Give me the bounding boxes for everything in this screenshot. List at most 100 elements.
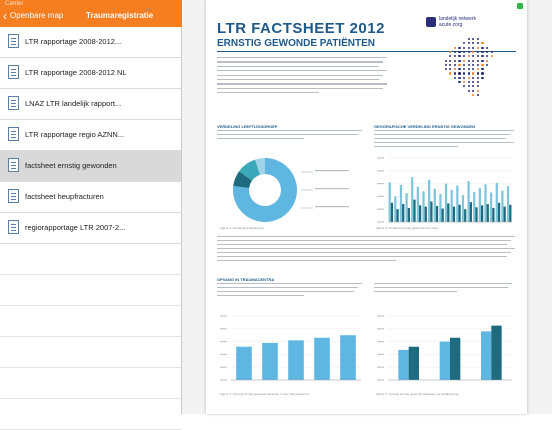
map-dot [463,81,466,84]
section-opvang-heading: OPVANG IN TRAUMACENTRA [217,277,275,282]
bar [469,202,472,222]
map-dot [458,68,461,71]
text-line [217,244,507,246]
text-line [374,146,458,148]
map-dot [463,63,466,66]
document-list-item[interactable]: factsheet ernstig gewonden [0,151,181,182]
document-list-item[interactable]: LTR rapportage regio AZNN... [0,120,181,151]
doc-subtitle: ERNSTIG GEWONDE PATIËNTEN [217,38,375,49]
map-dot [481,68,484,71]
doc-title: LTR FACTSHEET 2012 [217,20,385,37]
bar [495,182,498,222]
text-line [217,138,304,140]
map-dot [481,76,484,79]
tick-label [220,353,227,355]
map-dot [481,50,484,54]
bar [481,205,484,222]
tick-label [377,353,384,355]
text-line [217,87,383,90]
bar [450,190,453,222]
netherlands-dot-map [440,38,500,100]
text-line [217,79,379,81]
bar [407,207,410,222]
map-dot [476,93,479,97]
bar [424,206,427,222]
back-button[interactable]: ‹ Openbare map [3,10,63,22]
document-list-item[interactable]: factsheet heupfracturen [0,182,181,213]
map-dot [472,55,475,58]
bar [497,202,501,222]
map-dot [453,55,456,58]
text-line [374,283,512,285]
bar [394,196,397,222]
text-line [374,287,508,289]
map-dot [449,72,452,75]
map-dot [486,55,489,58]
opvang-text-left [217,283,365,301]
tick-label [377,195,384,197]
tick-label [377,157,384,159]
map-dot [463,46,466,49]
bar [396,209,399,222]
map-dot [458,72,461,75]
region-bar-chart [377,157,512,223]
map-dot [467,46,470,49]
map-dot [453,72,456,75]
map-dot [481,46,484,49]
text-line [217,240,511,242]
map-dot [467,55,470,58]
pie-label-line [315,206,349,208]
text-line [217,83,387,85]
document-icon [8,96,19,110]
map-dot [472,38,475,41]
bar [398,349,409,380]
map-dot [453,76,456,79]
document-icon [8,220,19,234]
bar [236,346,252,380]
map-dot [467,63,470,66]
map-dot [476,46,479,49]
bar [411,177,414,222]
map-dot [453,68,456,71]
tick-label [220,315,227,317]
text-line [217,130,362,132]
map-dot [472,76,475,79]
bar [422,191,425,222]
document-label: regiorapportage LTR 2007-2... [25,223,126,232]
map-dot [490,50,493,54]
fig3-caption: Figuur 3. Opvang ernstig gewonde patiënt… [220,392,310,396]
document-viewer[interactable]: LTR FACTSHEET 2012 ERNSTIG GEWONDE PATIË… [182,0,552,414]
bar [506,186,510,222]
document-label: factsheet ernstig gewonden [25,161,117,170]
map-dot [486,59,489,62]
map-dot [467,89,470,92]
factsheet-page[interactable]: LTR FACTSHEET 2012 ERNSTIG GEWONDE PATIË… [206,0,527,414]
map-dot [467,59,470,62]
document-list: LTR rapportage 2008-2012... LTR rapportag… [0,27,181,430]
map-dot [449,59,452,62]
lnaz-logo: landelijk netwerk acute zorg [426,16,476,28]
bar [461,195,465,222]
document-list-item[interactable]: LTR rapportage 2008-2012... [0,27,181,58]
document-list-item[interactable]: regiorapportage LTR 2007-2... [0,213,181,244]
bar [490,192,493,222]
map-dot [458,76,461,79]
pie-label-line [315,170,349,172]
age-text [217,130,365,142]
map-dot [458,63,461,66]
bar [467,181,470,222]
bar [475,207,478,222]
text-line [217,65,379,68]
document-list-item[interactable]: LNAZ LTR landelijk rapport... [0,89,181,120]
map-dot [449,55,452,58]
tick-label [377,221,384,223]
map-dot [458,81,461,84]
intro-text [217,57,392,97]
tick-label [377,366,384,368]
map-dot [449,50,452,54]
text-line [374,134,510,136]
map-dot [449,63,452,66]
document-list-item[interactable]: LTR rapportage 2008-2012 NL [0,58,181,89]
tick-label [377,379,384,381]
map-dot [486,46,489,49]
